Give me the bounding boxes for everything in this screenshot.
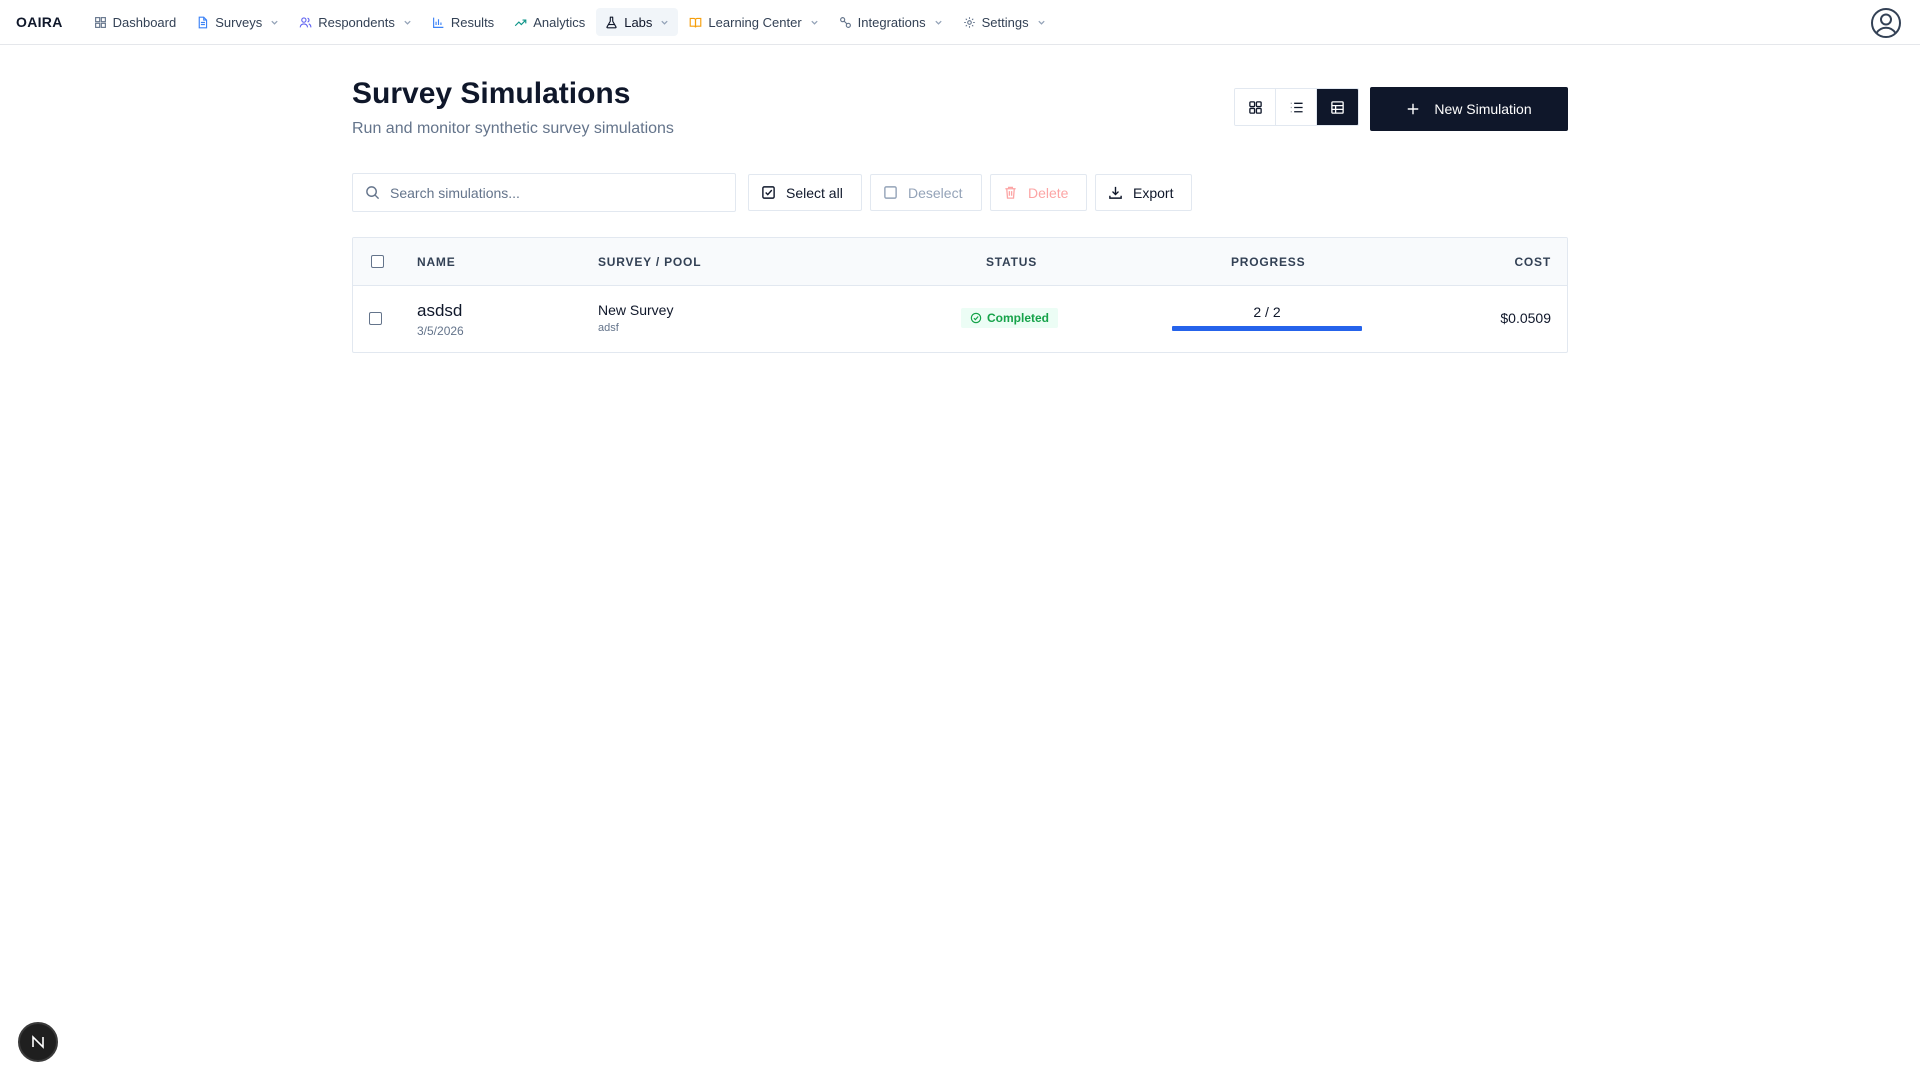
pool-name: adsf (598, 322, 619, 334)
gear-icon (963, 16, 976, 29)
deselect-button[interactable]: Deselect (870, 174, 982, 211)
plus-icon (1408, 103, 1419, 115)
chevron-down-icon (403, 18, 412, 27)
cost-value: $0.0509 (1500, 310, 1551, 326)
status-badge: Completed (961, 308, 1059, 328)
simulation-name[interactable]: asdsd (417, 301, 462, 321)
flask-icon (605, 16, 618, 29)
simulation-date: 3/5/2026 (417, 324, 464, 338)
select-all-label: Select all (786, 184, 843, 201)
new-simulation-label: New Simulation (1434, 101, 1532, 117)
checkbox-checked-icon (762, 186, 775, 199)
select-all-checkbox[interactable] (371, 255, 384, 268)
page-title: Survey Simulations (352, 77, 631, 110)
nav-label: Learning Center (708, 14, 802, 30)
status-text: Completed (987, 311, 1050, 325)
search-box (352, 173, 736, 212)
view-toggle (1234, 88, 1359, 126)
progress-fill (1172, 326, 1362, 331)
page-subtitle: Run and monitor synthetic survey simulat… (352, 120, 674, 137)
nav-item-settings[interactable]: Settings (954, 8, 1055, 36)
grid-view-button[interactable] (1235, 89, 1276, 125)
chevron-down-icon (660, 18, 669, 27)
chevron-down-icon (270, 18, 279, 27)
chevron-down-icon (810, 18, 819, 27)
check-circle-icon (970, 312, 982, 324)
nav-label: Integrations (857, 14, 926, 30)
user-avatar-icon[interactable] (1870, 7, 1902, 39)
n-logo-icon (32, 1035, 44, 1049)
checkbox-empty-icon (884, 186, 897, 199)
export-button[interactable]: Export (1095, 174, 1192, 211)
progress-text: 2 / 2 (1253, 304, 1281, 320)
file-icon (196, 16, 209, 29)
simulations-table: NAME SURVEY / POOL STATUS PROGRESS COST … (352, 237, 1568, 353)
book-icon (689, 16, 702, 29)
table-header: NAME SURVEY / POOL STATUS PROGRESS COST (353, 238, 1567, 286)
deselect-label: Deselect (908, 184, 963, 201)
brand-logo[interactable]: OAIRA (16, 14, 63, 30)
nav-item-integrations[interactable]: Integrations (830, 8, 952, 36)
nav-label: Dashboard (112, 14, 177, 30)
grid-icon (1248, 100, 1262, 114)
search-icon (366, 186, 380, 200)
chevron-down-icon (1037, 18, 1046, 27)
nav-item-learning-center[interactable]: Learning Center (680, 8, 827, 36)
list-icon (1290, 102, 1303, 112)
top-navigation: OAIRA Dashboard Surveys Respondents Resu… (0, 0, 1920, 45)
nav-label: Settings (981, 14, 1029, 30)
trending-up-icon (514, 16, 527, 29)
nav-item-dashboard[interactable]: Dashboard (85, 8, 186, 36)
header-name[interactable]: NAME (417, 255, 456, 269)
survey-name: New Survey (598, 302, 674, 318)
nav-label: Surveys (215, 14, 263, 30)
new-simulation-button[interactable]: New Simulation (1370, 87, 1568, 131)
dashboard-icon (94, 16, 107, 29)
list-view-button[interactable] (1276, 89, 1317, 125)
main-nav: Dashboard Surveys Respondents Results An… (85, 8, 1055, 36)
table-view-button[interactable] (1317, 89, 1358, 125)
table-row[interactable]: asdsd 3/5/2026 New Survey adsf Completed… (353, 286, 1567, 352)
nav-item-analytics[interactable]: Analytics (505, 8, 594, 36)
users-icon (299, 16, 312, 29)
bar-chart-icon (432, 16, 445, 29)
download-icon (1109, 186, 1122, 199)
table-icon (1331, 100, 1344, 114)
header-cost[interactable]: COST (1514, 255, 1551, 269)
header-progress[interactable]: PROGRESS (1231, 255, 1305, 269)
plug-icon (839, 16, 852, 29)
nav-label: Analytics (533, 14, 586, 30)
select-all-button[interactable]: Select all (748, 174, 862, 211)
nav-label: Respondents (318, 14, 395, 30)
delete-label: Delete (1028, 184, 1069, 201)
progress-bar (1172, 326, 1362, 331)
trash-icon (1005, 186, 1016, 199)
nav-label: Labs (624, 14, 653, 30)
delete-button[interactable]: Delete (990, 174, 1087, 211)
floating-n-button[interactable] (18, 1022, 58, 1062)
chevron-down-icon (934, 18, 943, 27)
row-checkbox[interactable] (369, 312, 382, 325)
nav-label: Results (450, 14, 495, 30)
search-input[interactable] (390, 184, 723, 201)
header-status[interactable]: STATUS (986, 255, 1037, 269)
nav-item-results[interactable]: Results (423, 8, 503, 36)
export-label: Export (1133, 184, 1174, 201)
nav-item-labs[interactable]: Labs (596, 8, 679, 36)
nav-item-respondents[interactable]: Respondents (290, 8, 421, 36)
nav-item-surveys[interactable]: Surveys (187, 8, 288, 36)
header-survey-pool[interactable]: SURVEY / POOL (598, 255, 701, 269)
